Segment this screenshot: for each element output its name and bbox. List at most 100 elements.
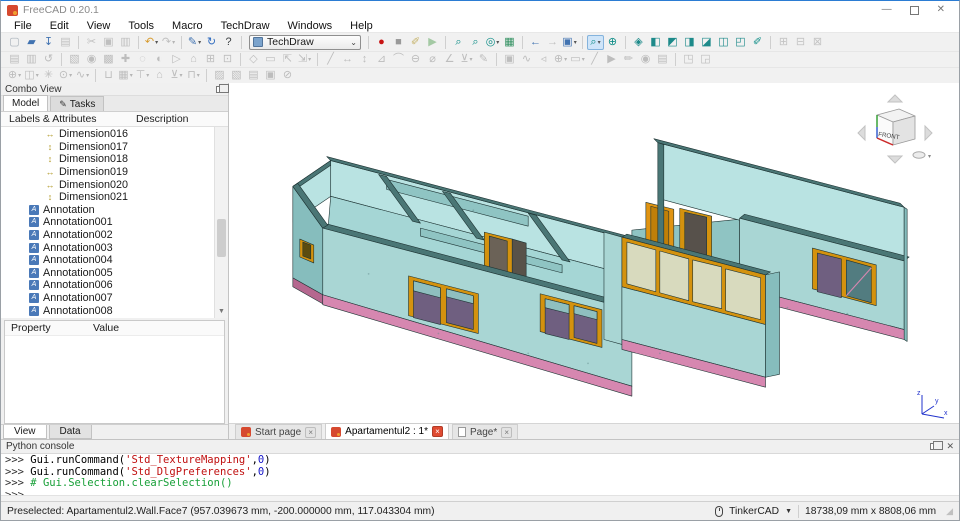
section-cut-button[interactable]: ⊠ (809, 35, 826, 50)
nav-cylinder-icon[interactable] (912, 151, 926, 159)
td-draft-view-button[interactable]: ▷ (168, 52, 185, 67)
td-annot-rich-button[interactable]: ◃ (535, 52, 552, 67)
menu-macro[interactable]: Macro (163, 20, 212, 32)
tree-item[interactable]: ↔ Dimension016 (1, 128, 228, 141)
menu-techdraw[interactable]: TechDraw (212, 20, 279, 32)
td-annot-balloon-button[interactable]: ⊕ ▾ (552, 52, 569, 67)
td-hide-frames-button[interactable]: ⊘ (279, 68, 296, 83)
float-panel-icon[interactable] (216, 83, 229, 93)
td-stack-bottom-button[interactable]: ▣ (262, 68, 279, 83)
persistent-section-button[interactable]: ⊟ (792, 35, 809, 50)
box-element-selection-button[interactable]: ⌕ (450, 35, 467, 50)
view-bottom-button[interactable]: ◫ (715, 35, 732, 50)
td-redraw-page-button[interactable]: ↺ (40, 52, 57, 67)
paste-button[interactable]: ▥ (117, 35, 134, 50)
td-stack-top-button[interactable]: ▨ (211, 68, 228, 83)
draw-style-button[interactable]: ◎ ▾ (484, 35, 501, 50)
td-ext-dim-grid-button[interactable]: ▦ ▾ (117, 68, 134, 83)
minimize-button[interactable]: — (882, 5, 892, 15)
tree-item[interactable]: A Annotation001 (1, 216, 228, 229)
td-export-svg-button[interactable]: ⇱ (279, 52, 296, 67)
tree-item[interactable]: ↕ Dimension021 (1, 191, 228, 204)
float-console-icon[interactable] (930, 441, 944, 450)
td-dim-radius-button[interactable]: ⊖ (407, 52, 424, 67)
nav-menu-caret-icon[interactable]: ▾ (928, 154, 931, 160)
navigation-cube[interactable]: FRONT ▾ (855, 93, 937, 167)
td-export-dxf-button[interactable]: ⇲ ▾ (296, 52, 313, 67)
maximize-button[interactable] (909, 5, 919, 15)
td-dim-extent-button[interactable]: ⊻ ▾ (458, 52, 475, 67)
fit-all-button[interactable]: ⊕ (604, 35, 621, 50)
td-clip-new-button[interactable]: ◇ (245, 52, 262, 67)
print-button[interactable]: ▤ (57, 35, 74, 50)
nav-back-button[interactable]: ← (527, 35, 544, 50)
macro-edit-button[interactable]: ✐ (407, 35, 424, 50)
cut-button[interactable]: ✂ (83, 35, 100, 50)
td-annot-welding-button[interactable]: ▶ (603, 52, 620, 67)
tree-item[interactable]: A Annotation006 (1, 279, 228, 292)
td-dim-repair-button[interactable]: ✎ (475, 52, 492, 67)
td-annot-hole-axis-button[interactable]: ◉ (637, 52, 654, 67)
resize-grip[interactable]: ◢ (942, 506, 953, 517)
td-insert-page-button[interactable]: ▤ (6, 52, 23, 67)
tree-item[interactable]: A Annotation004 (1, 254, 228, 267)
view-right-button[interactable]: ◨ (681, 35, 698, 50)
td-annot-image-button[interactable]: ▤ (654, 52, 671, 67)
td-clip-group-button[interactable]: ⊡ (219, 52, 236, 67)
undo-button[interactable]: ↶ ▾ (143, 35, 160, 50)
td-ext-change-line-button[interactable]: ◲ (697, 52, 714, 67)
refresh-button[interactable]: ↻ (203, 35, 220, 50)
td-dim-length-button[interactable]: ╱ (322, 52, 339, 67)
menu-edit[interactable]: Edit (41, 20, 78, 32)
scrollbar-thumb[interactable] (217, 218, 226, 257)
property-list[interactable] (5, 336, 224, 423)
clip-plane-button[interactable]: ⊞ (775, 35, 792, 50)
menu-file[interactable]: File (5, 20, 41, 32)
tree-item[interactable]: A Annotation (1, 204, 228, 217)
td-section-view-button[interactable]: ✚ (117, 52, 134, 67)
td-dim-horizontal-button[interactable]: ↔ (339, 52, 356, 67)
tab-view[interactable]: View (3, 425, 47, 439)
td-stack-down-button[interactable]: ▤ (245, 68, 262, 83)
td-dim-vertical-button[interactable]: ↕ (356, 52, 373, 67)
tree-item[interactable]: A Annotation007 (1, 292, 228, 305)
view-rear-button[interactable]: ◪ (698, 35, 715, 50)
td-ext-select-line-button[interactable]: ◳ (680, 52, 697, 67)
td-insert-view-button[interactable]: ▧ (66, 52, 83, 67)
td-active-view-button[interactable]: ◉ (83, 52, 100, 67)
texture-view-button[interactable]: ▦ (501, 35, 518, 50)
view-top-button[interactable]: ◩ (664, 35, 681, 50)
td-detail-view-button[interactable]: ◐ (151, 52, 168, 67)
3d-model[interactable] (229, 83, 959, 423)
document-tab[interactable]: Apartamentul2 : 1* × (325, 423, 449, 439)
tree-item[interactable]: A Annotation005 (1, 267, 228, 280)
td-projection-group-button[interactable]: ▩ (100, 52, 117, 67)
td-annot-cosmetic-button[interactable]: ▭ ▾ (569, 52, 586, 67)
macro-stop-button[interactable]: ■ (390, 35, 407, 50)
td-ext-vertex-chain-button[interactable]: ◫ ▾ (23, 68, 40, 83)
whats-this-button[interactable]: ? (220, 35, 237, 50)
copy-button[interactable]: ▣ (100, 35, 117, 50)
td-ext-circle-center-button[interactable]: ⊕ ▾ (6, 68, 23, 83)
close-tab-icon[interactable]: × (431, 426, 443, 437)
view-left-button[interactable]: ◰ (732, 35, 749, 50)
measure-distance-button[interactable]: ✐ (749, 35, 766, 50)
macro-record-button[interactable]: ● (373, 35, 390, 50)
td-clip-add-button[interactable]: ▭ (262, 52, 279, 67)
td-dim-diameter-button[interactable]: ⌀ (424, 52, 441, 67)
menu-windows[interactable]: Windows (279, 20, 342, 32)
menu-view[interactable]: View (78, 20, 120, 32)
tree-item[interactable]: A Annotation003 (1, 241, 228, 254)
nav-style-caret-icon[interactable]: ▼ (785, 508, 792, 515)
td-dim-angle-button[interactable]: ⊿ (373, 52, 390, 67)
tab-model[interactable]: Model (3, 95, 49, 111)
tree-item[interactable]: A Annotation002 (1, 229, 228, 242)
td-ext-chamfer-button[interactable]: ⊤ ▾ (134, 68, 151, 83)
open-file-button[interactable]: ▰ (23, 35, 40, 50)
td-ext-parallel-button[interactable]: ∿ ▾ (74, 68, 91, 83)
redo-button[interactable]: ↷ ▾ (160, 35, 177, 50)
new-file-button[interactable]: ▢ (6, 35, 23, 50)
tree-item[interactable]: ↕ Dimension018 (1, 153, 228, 166)
td-annot-surface-button[interactable]: ✏ (620, 52, 637, 67)
menu-help[interactable]: Help (341, 20, 382, 32)
